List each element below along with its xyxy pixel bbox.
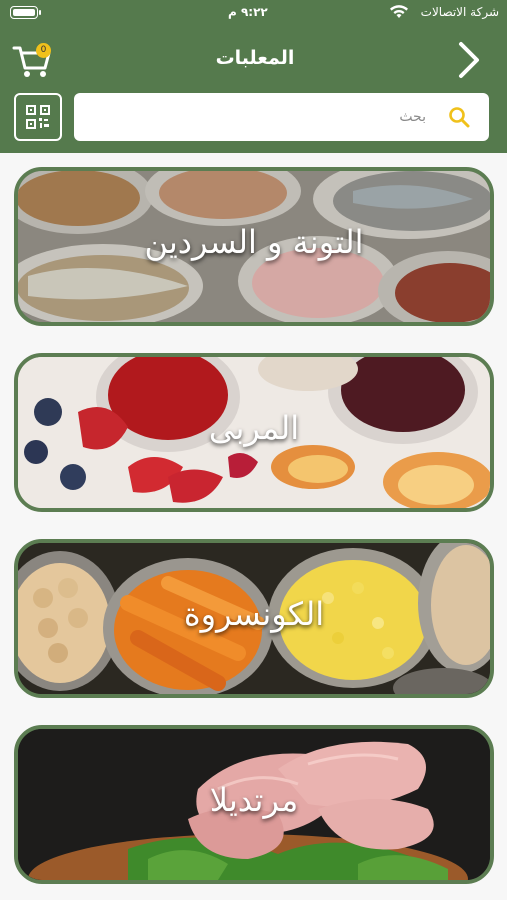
status-bar: شركة الاتصالات ٩:٢٢ م [0, 0, 507, 26]
carrier-label: شركة الاتصالات [420, 5, 499, 19]
qr-code-icon [26, 105, 50, 129]
search-input[interactable] [86, 102, 426, 132]
search-icon[interactable] [447, 105, 471, 129]
battery-icon [10, 6, 41, 19]
app-header: شركة الاتصالات ٩:٢٢ م 0 المعلبات [0, 0, 507, 153]
category-title: الكونسروة [183, 595, 325, 633]
category-title: مرتديلا [209, 781, 299, 819]
chevron-right-icon[interactable] [454, 40, 484, 80]
cart-count-badge: 0 [36, 43, 51, 58]
category-card-canned-vegetables[interactable]: الكونسروة [14, 539, 494, 698]
category-card-tuna-sardines[interactable]: التونة و السردين [14, 167, 494, 326]
category-title: المربى [208, 409, 300, 447]
category-card-jam[interactable]: المربى [14, 353, 494, 512]
qr-scan-button[interactable] [14, 93, 62, 141]
category-card-mortadella[interactable]: مرتديلا [14, 725, 494, 884]
wifi-icon [390, 5, 408, 18]
category-title: التونة و السردين [144, 223, 364, 261]
search-bar [74, 93, 489, 141]
page-title: المعلبات [215, 47, 295, 69]
clock: ٩:٢٢ م [228, 5, 268, 19]
